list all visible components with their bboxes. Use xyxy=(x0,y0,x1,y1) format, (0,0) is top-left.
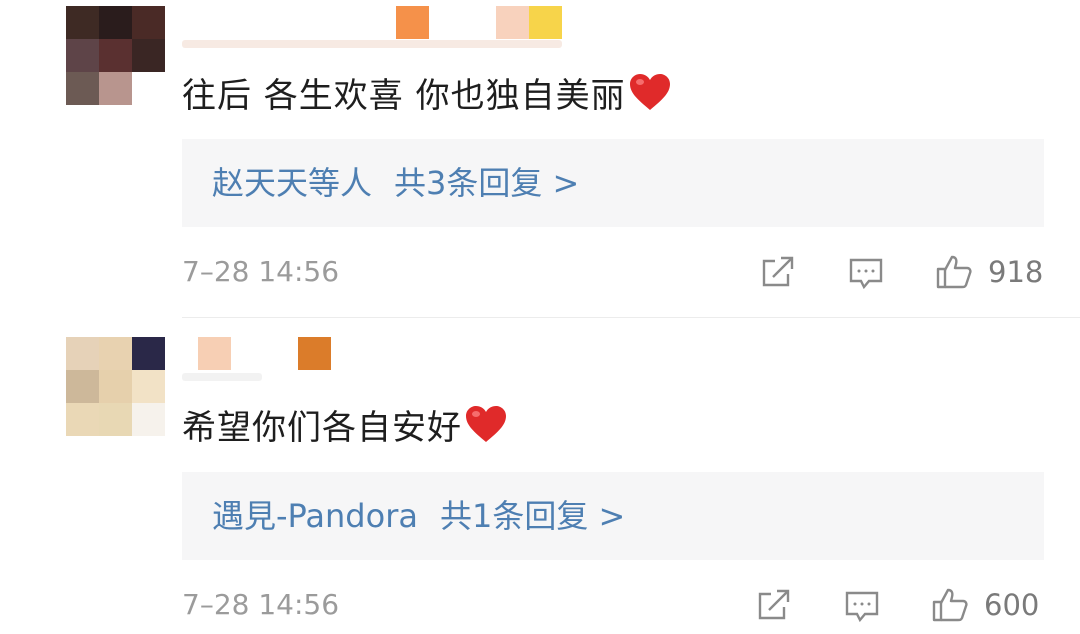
comment-icon[interactable] xyxy=(842,585,882,625)
username[interactable] xyxy=(182,337,382,381)
reply-preview[interactable]: 赵天天等人 共3条回复 > xyxy=(182,139,1044,227)
thumbs-up-icon[interactable] xyxy=(934,252,974,292)
reply-count[interactable]: 共3条回复 > xyxy=(394,164,579,202)
reply-users[interactable]: 赵天天等人 xyxy=(212,164,372,202)
reply-preview[interactable]: 遇見-Pandora 共1条回复 > xyxy=(182,472,1044,560)
heart-emoji xyxy=(466,406,506,442)
heart-emoji xyxy=(629,74,670,110)
avatar[interactable] xyxy=(66,337,165,436)
comment-meta: 7–28 14:56 600 xyxy=(182,580,1044,630)
share-icon[interactable] xyxy=(754,585,794,625)
timestamp: 7–28 14:56 xyxy=(182,588,340,621)
reply-count[interactable]: 共1条回复 > xyxy=(440,497,625,535)
username[interactable] xyxy=(182,6,582,48)
comment-item: 往后 各生欢喜 你也独自美丽 赵天天等人 共3条回复 > 7–28 14:56 9… xyxy=(0,0,1080,318)
comment-icon[interactable] xyxy=(846,252,886,292)
timestamp: 7–28 14:56 xyxy=(182,255,340,288)
share-icon[interactable] xyxy=(758,252,798,292)
comment-text: 往后 各生欢喜 你也独自美丽 xyxy=(182,71,672,121)
like-count: 918 xyxy=(988,255,1044,289)
comment-text-label: 希望你们各自安好 xyxy=(182,408,462,448)
comment-item: 希望你们各自安好 遇見-Pandora 共1条回复 > 7–28 14:56 60… xyxy=(0,319,1080,634)
reply-users[interactable]: 遇見-Pandora xyxy=(212,497,418,535)
divider xyxy=(182,317,1080,318)
comment-meta: 7–28 14:56 918 xyxy=(182,247,1044,297)
comment-text-label: 往后 各生欢喜 你也独自美丽 xyxy=(182,76,626,116)
like-count: 600 xyxy=(984,588,1040,622)
avatar[interactable] xyxy=(66,6,165,105)
comment-text: 希望你们各自安好 xyxy=(182,403,508,453)
thumbs-up-icon[interactable] xyxy=(930,585,970,625)
